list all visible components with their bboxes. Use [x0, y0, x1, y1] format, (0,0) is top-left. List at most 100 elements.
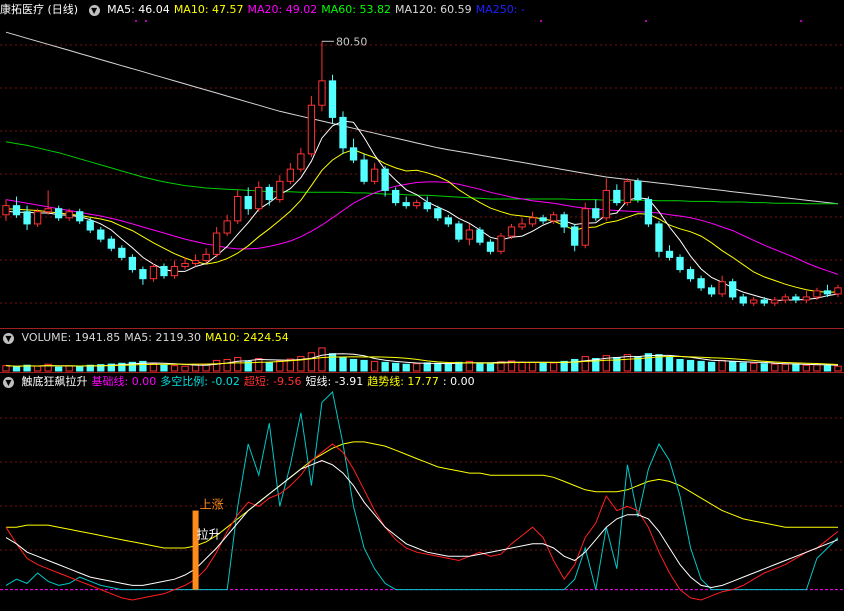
volume-bar-63 [665, 357, 674, 372]
indicator-label-6: : 0.00 [442, 375, 475, 388]
candle-body-12 [128, 256, 137, 271]
candle-body-45 [476, 229, 484, 243]
candle-body-44 [465, 229, 474, 240]
volume-bar-45 [476, 362, 484, 372]
candle-body-50 [528, 217, 537, 225]
candle-body-65 [686, 269, 695, 280]
volume-bar-30 [318, 347, 326, 372]
settings-icon[interactable]: ▼ [88, 4, 100, 16]
candle-body-43 [455, 223, 463, 240]
indicator-label-2: 多空比例: -0.02 [160, 375, 240, 388]
volume-bar-21 [223, 358, 231, 372]
candle-body-18 [191, 259, 200, 264]
candle-body-77 [813, 290, 821, 298]
volume-label-0: VOLUME: 1941.85 [21, 331, 121, 344]
stock-title[interactable]: 康拓医疗 (日线) [0, 3, 78, 16]
volume-bar-6 [65, 365, 73, 372]
trend-line [6, 441, 838, 549]
volume-label-1: MA5: 2119.30 [124, 331, 201, 344]
price-volume-separator [0, 328, 844, 329]
candle-body-4 [44, 208, 52, 213]
volume-bar-49 [518, 361, 526, 372]
candle-body-57 [602, 189, 610, 219]
candle-body-56 [592, 208, 600, 219]
volume-bar-74 [781, 363, 790, 372]
signal-mid-label: 拉升 [197, 527, 221, 542]
marker-dot-1 [145, 20, 147, 22]
candle-body-49 [518, 223, 526, 228]
candle-body-70 [739, 296, 747, 304]
candle-body-69 [729, 281, 737, 298]
volume-bar-18 [191, 364, 200, 372]
volume-bar-17 [181, 365, 189, 372]
candle-body-54 [571, 226, 579, 246]
candle-body-60 [634, 180, 642, 201]
candle-body-17 [181, 262, 189, 268]
ma60-line [5, 141, 838, 205]
volume-bar-32 [339, 357, 347, 372]
candle-body-55 [581, 208, 589, 246]
ma-label-5: MA250: - [475, 3, 525, 16]
candle-body-22 [234, 196, 242, 222]
candle-body-8 [86, 220, 94, 231]
volume-bar-15 [160, 364, 168, 372]
volume-bar-46 [486, 362, 495, 372]
candle-body-72 [760, 299, 768, 304]
volume-bar-24 [255, 358, 263, 372]
volume-bar-22 [234, 357, 242, 372]
volume-bar-34 [360, 359, 368, 372]
chart-canvas: 80.50 上涨拉升 [0, 20, 844, 601]
volume-bar-37 [392, 362, 400, 372]
indicator-legend: ▼ 触底狂飙拉升 基础线: 0.00 多空比例: -0.02 超短: -9.56 短线:… [0, 374, 479, 390]
indicator-label-3: 超短: -9.56 [243, 375, 302, 388]
candle-body-61 [644, 199, 653, 225]
candle-body-68 [718, 281, 726, 295]
volume-settings-icon[interactable]: ▼ [3, 332, 14, 344]
candle-body-19 [202, 253, 210, 261]
candle-body-34 [360, 159, 368, 182]
candle-body-23 [244, 196, 252, 210]
candle-body-28 [297, 153, 305, 170]
candle-body-51 [539, 217, 547, 222]
candle-body-76 [802, 296, 811, 301]
candle-body-29 [307, 104, 316, 155]
volume-bar-77 [813, 364, 821, 372]
candle-body-62 [655, 223, 663, 252]
candle-body-52 [549, 214, 558, 222]
candle-body-5 [54, 208, 63, 219]
candle-body-58 [613, 189, 621, 204]
volume-bar-16 [170, 365, 179, 372]
volume-bar-78 [823, 365, 832, 372]
candle-body-21 [223, 220, 231, 234]
ma-label-2: MA20: 49.02 [247, 3, 318, 16]
marker-dot-3 [645, 20, 647, 22]
volume-bar-38 [402, 363, 410, 372]
volume-bar-7 [76, 365, 84, 372]
marker-dot-0 [135, 20, 137, 22]
ratio-line [5, 390, 839, 591]
indicator-settings-icon[interactable]: ▼ [3, 376, 14, 388]
volume-bar-20 [212, 359, 221, 372]
ma5-line [5, 120, 839, 302]
volume-label-2: MA10: 2424.54 [204, 331, 289, 344]
price-legend: 康拓医疗 (日线) ▼ MA5: 46.04 MA10: 47.57 MA20: 4… [0, 2, 529, 18]
candle-body-30 [318, 80, 326, 106]
volume-bar-67 [707, 361, 716, 372]
candle-body-41 [434, 208, 442, 219]
volume-bar-73 [771, 363, 779, 372]
candle-body-31 [328, 80, 337, 118]
volume-bar-69 [729, 361, 737, 372]
volume-bar-52 [549, 362, 558, 372]
candle-body-71 [750, 299, 758, 304]
candle-body-35 [370, 168, 379, 182]
candle-body-36 [381, 168, 389, 191]
marker-dot-4 [800, 20, 802, 22]
candle-body-47 [497, 235, 505, 252]
volume-bar-76 [802, 364, 811, 372]
candle-body-79 [834, 287, 842, 295]
marker-dot-2 [540, 20, 542, 22]
candle-body-26 [276, 180, 284, 201]
candle-body-75 [792, 296, 800, 301]
candle-body-0 [2, 205, 10, 216]
ultra-short-line [5, 443, 839, 601]
